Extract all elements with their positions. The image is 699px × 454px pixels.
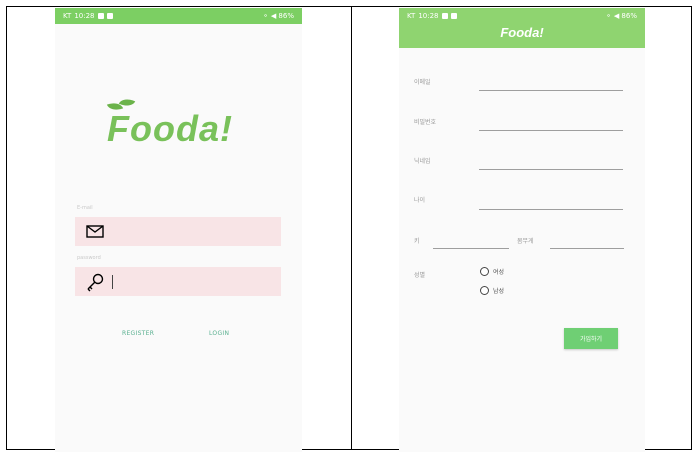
signup-screen: KT 10:28 ⚬ ◀ 86% Fooda! 이메일 비밀번호 닉네임 나이 …: [399, 8, 645, 452]
email-field[interactable]: [75, 217, 281, 246]
password-label: 비밀번호: [414, 119, 437, 126]
battery-label: ⚬ ◀ 86%: [262, 12, 294, 20]
envelope-icon: [84, 221, 106, 243]
notification-icon: [97, 13, 104, 19]
password-field[interactable]: [75, 267, 281, 296]
password-label: password: [77, 255, 101, 261]
email-label: 이메일: [414, 79, 431, 86]
weight-input[interactable]: [550, 248, 624, 249]
gender-radio-male[interactable]: 남성: [480, 286, 504, 295]
nickname-label: 닉네임: [414, 158, 431, 165]
email-input[interactable]: [479, 90, 623, 91]
radio-label: 남성: [493, 288, 505, 295]
gender-radio-female[interactable]: 여성: [480, 267, 504, 276]
text-caret: [112, 274, 113, 289]
age-input[interactable]: [479, 209, 623, 210]
password-input[interactable]: [479, 130, 623, 131]
age-label: 나이: [414, 197, 426, 204]
weight-label: 몸무게: [517, 238, 534, 245]
radio-label: 여성: [493, 269, 505, 276]
message-icon: [106, 13, 113, 19]
status-bar: KT 10:28 ⚬ ◀ 86%: [399, 8, 645, 24]
height-label: 키: [414, 238, 420, 245]
status-bar: KT 10:28 ⚬ ◀ 86%: [55, 8, 302, 24]
message-icon: [450, 13, 457, 19]
radio-circle-icon: [480, 286, 489, 295]
notification-icon: [441, 13, 448, 19]
login-button[interactable]: LOGIN: [209, 330, 229, 337]
carrier-label: KT: [63, 12, 72, 20]
carrier-label: KT: [407, 12, 416, 20]
height-input[interactable]: [433, 248, 509, 249]
time-label: 10:28: [418, 12, 439, 20]
panel-divider: [351, 6, 352, 450]
gender-label: 성별: [414, 272, 426, 279]
signup-button[interactable]: 가입하기: [564, 328, 618, 349]
register-button[interactable]: REGISTER: [122, 330, 154, 337]
battery-label: ⚬ ◀ 86%: [605, 12, 637, 20]
radio-circle-icon: [480, 267, 489, 276]
app-bar: KT 10:28 ⚬ ◀ 86% Fooda!: [399, 8, 645, 48]
email-label: E-mail: [77, 205, 93, 211]
nickname-input[interactable]: [479, 169, 623, 170]
time-label: 10:28: [74, 12, 95, 20]
login-screen: KT 10:28 ⚬ ◀ 86% Fooda! E-mail password: [55, 8, 302, 452]
fooda-logo: Fooda!: [102, 95, 262, 156]
key-icon: [84, 271, 106, 293]
app-title: Fooda!: [500, 25, 544, 40]
logo-text: Fooda!: [107, 108, 233, 149]
